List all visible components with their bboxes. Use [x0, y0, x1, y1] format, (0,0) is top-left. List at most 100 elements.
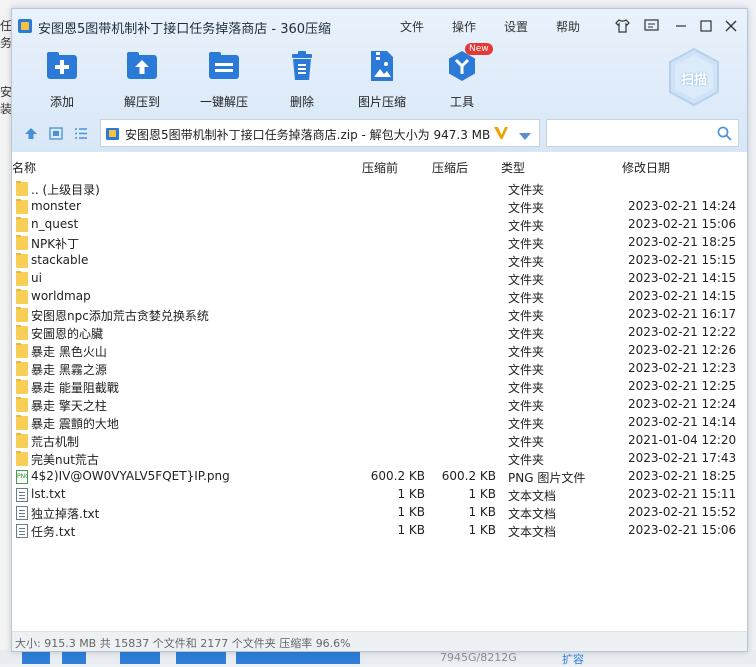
background-taskbar: 7945G/8212G 扩容: [0, 650, 756, 666]
file-row[interactable]: .. (上级目录) 文件夹: [12, 180, 747, 198]
file-row[interactable]: 荒古机制 文件夹 2021-01-04 12:20: [12, 432, 747, 450]
extract-to-button[interactable]: 解压到: [110, 49, 174, 111]
maximize-icon[interactable]: [697, 17, 715, 35]
folder-icon: [16, 397, 28, 412]
menu-settings[interactable]: 设置: [504, 18, 528, 35]
message-icon[interactable]: [642, 17, 660, 35]
file-row[interactable]: PNG4$2)IV@OW0VYALV5FQET}IP.png 600.2 KB 60…: [12, 468, 747, 486]
file-row[interactable]: 暴走 黑色火山 文件夹 2023-02-21 12:26: [12, 342, 747, 360]
scan-label: 扫描: [681, 73, 708, 88]
image-compress-icon: [365, 49, 399, 83]
up-arrow-icon[interactable]: [24, 127, 38, 143]
file-row[interactable]: 任务.txt 1 KB 1 KB 文本文档 2023-02-21 15:06: [12, 522, 747, 540]
shirt-icon[interactable]: [613, 17, 631, 35]
file-name: 安图恩npc添加荒古贪婪兑换系统: [31, 309, 209, 323]
file-row[interactable]: NPK补丁 文件夹 2023-02-21 18:25: [12, 234, 747, 252]
file-row[interactable]: 完美nut荒古 文件夹 2023-02-21 17:43: [12, 450, 747, 468]
folder-icon: [16, 235, 28, 250]
menu-help[interactable]: 帮助: [556, 18, 580, 35]
search-icon[interactable]: [717, 126, 732, 144]
column-header: 名称 压缩前 压缩后 类型 修改日期: [12, 157, 747, 177]
file-type: 文件夹: [508, 345, 545, 359]
image-compress-button[interactable]: 图片压缩: [350, 49, 414, 111]
file-row[interactable]: 暴走 擎天之柱 文件夹 2023-02-21 12:24: [12, 396, 747, 414]
file-type: 文件夹: [508, 273, 545, 287]
column-compressed[interactable]: 压缩后: [432, 159, 468, 176]
extract-to-icon: [125, 49, 159, 83]
add-button[interactable]: 添加: [30, 49, 94, 111]
file-name: .. (上级目录): [31, 183, 100, 197]
file-type: 文件夹: [508, 399, 545, 413]
extract-to-label: 解压到: [123, 95, 160, 109]
file-row[interactable]: 独立掉落.txt 1 KB 1 KB 文本文档 2023-02-21 15:52: [12, 504, 747, 522]
add-icon: [45, 49, 79, 83]
app-window: 安图恩5图带机制补丁接口任务掉落商店 - 360压缩 文件 操作 设置 帮助 添…: [11, 8, 748, 652]
file-type: PNG 图片文件: [508, 471, 586, 485]
file-compressed-size: 1 KB: [468, 505, 496, 519]
minimize-icon[interactable]: [672, 17, 690, 35]
file-name: 独立掉落.txt: [31, 507, 100, 521]
file-name: 荒古机制: [31, 435, 80, 449]
file-type: 文件夹: [508, 435, 545, 449]
file-name: lst.txt: [31, 487, 66, 501]
tools-button[interactable]: New 工具: [430, 43, 494, 111]
column-type[interactable]: 类型: [501, 159, 525, 176]
file-date: 2023-02-21 14:24: [628, 199, 737, 213]
app-logo-icon: [18, 19, 32, 33]
search-input[interactable]: [546, 119, 739, 147]
file-row[interactable]: 暴走 震顫的大地 文件夹 2023-02-21 14:14: [12, 414, 747, 432]
file-row[interactable]: 安圖恩的心臟 文件夹 2023-02-21 12:22: [12, 324, 747, 342]
folder-icon: [16, 361, 28, 376]
folder-icon: [16, 415, 28, 430]
file-row[interactable]: 暴走 黑霧之源 文件夹 2023-02-21 12:23: [12, 360, 747, 378]
one-click-extract-label: 一键解压: [199, 95, 248, 109]
close-icon[interactable]: [722, 17, 740, 35]
file-date: 2023-02-21 12:23: [628, 361, 737, 375]
file-row[interactable]: n_quest 文件夹 2023-02-21 15:06: [12, 216, 747, 234]
column-name[interactable]: 名称: [12, 159, 36, 176]
file-date: 2023-02-21 12:25: [628, 379, 737, 393]
png-file-icon: PNG: [16, 470, 28, 484]
file-name: worldmap: [31, 289, 91, 303]
file-name: 任务.txt: [31, 525, 76, 539]
file-date: 2023-02-21 15:52: [628, 505, 737, 519]
file-date: 2023-02-21 14:15: [628, 289, 737, 303]
file-row[interactable]: 暴走 能量阻截戰 文件夹 2023-02-21 12:25: [12, 378, 747, 396]
column-date[interactable]: 修改日期: [622, 159, 670, 176]
path-bar[interactable]: 安图恩5图带机制补丁接口任务掉落商店.zip - 解包大小为 947.3 MB: [100, 119, 540, 147]
file-row[interactable]: 安图恩npc添加荒古贪婪兑换系统 文件夹 2023-02-21 16:17: [12, 306, 747, 324]
file-row[interactable]: stackable 文件夹 2023-02-21 15:15: [12, 252, 747, 270]
file-row[interactable]: monster 文件夹 2023-02-21 14:24: [12, 198, 747, 216]
file-row[interactable]: lst.txt 1 KB 1 KB 文本文档 2023-02-21 15:11: [12, 486, 747, 504]
one-click-extract-button[interactable]: 一键解压: [192, 49, 256, 111]
file-date: 2023-02-21 15:11: [628, 487, 737, 501]
file-row[interactable]: ui 文件夹 2023-02-21 14:15: [12, 270, 747, 288]
title-bar[interactable]: 安图恩5图带机制补丁接口任务掉落商店 - 360压缩 文件 操作 设置 帮助: [12, 9, 747, 43]
file-name: monster: [31, 199, 81, 213]
path-dropdown-icon[interactable]: [519, 130, 531, 144]
file-type: 文件夹: [508, 381, 545, 395]
file-name: ui: [31, 271, 42, 285]
file-date: 2023-02-21 15:15: [628, 253, 737, 267]
list-view-icon[interactable]: [74, 127, 88, 143]
folder-icon: [16, 271, 28, 286]
file-compressed-size: 600.2 KB: [441, 469, 496, 483]
file-type: 文件夹: [508, 327, 545, 341]
file-date: 2023-02-21 16:17: [628, 307, 737, 321]
file-name: 暴走 震顫的大地: [31, 417, 119, 431]
menu-file[interactable]: 文件: [400, 18, 424, 35]
header-area: 安图恩5图带机制补丁接口任务掉落商店 - 360压缩 文件 操作 设置 帮助 添…: [12, 9, 747, 152]
delete-icon: [285, 49, 319, 83]
file-row[interactable]: worldmap 文件夹 2023-02-21 14:15: [12, 288, 747, 306]
scan-button[interactable]: 扫描: [667, 47, 721, 107]
image-compress-label: 图片压缩: [357, 95, 406, 109]
file-type: 文件夹: [508, 201, 545, 215]
column-size[interactable]: 压缩前: [362, 159, 398, 176]
thumbnail-view-icon[interactable]: [49, 127, 63, 143]
delete-button[interactable]: 删除: [270, 49, 334, 111]
background-text: 扩容: [562, 653, 584, 666]
menu-operate[interactable]: 操作: [452, 18, 476, 35]
text-file-icon: [16, 506, 28, 520]
file-type: 文件夹: [508, 255, 545, 269]
new-badge: New: [465, 43, 493, 55]
